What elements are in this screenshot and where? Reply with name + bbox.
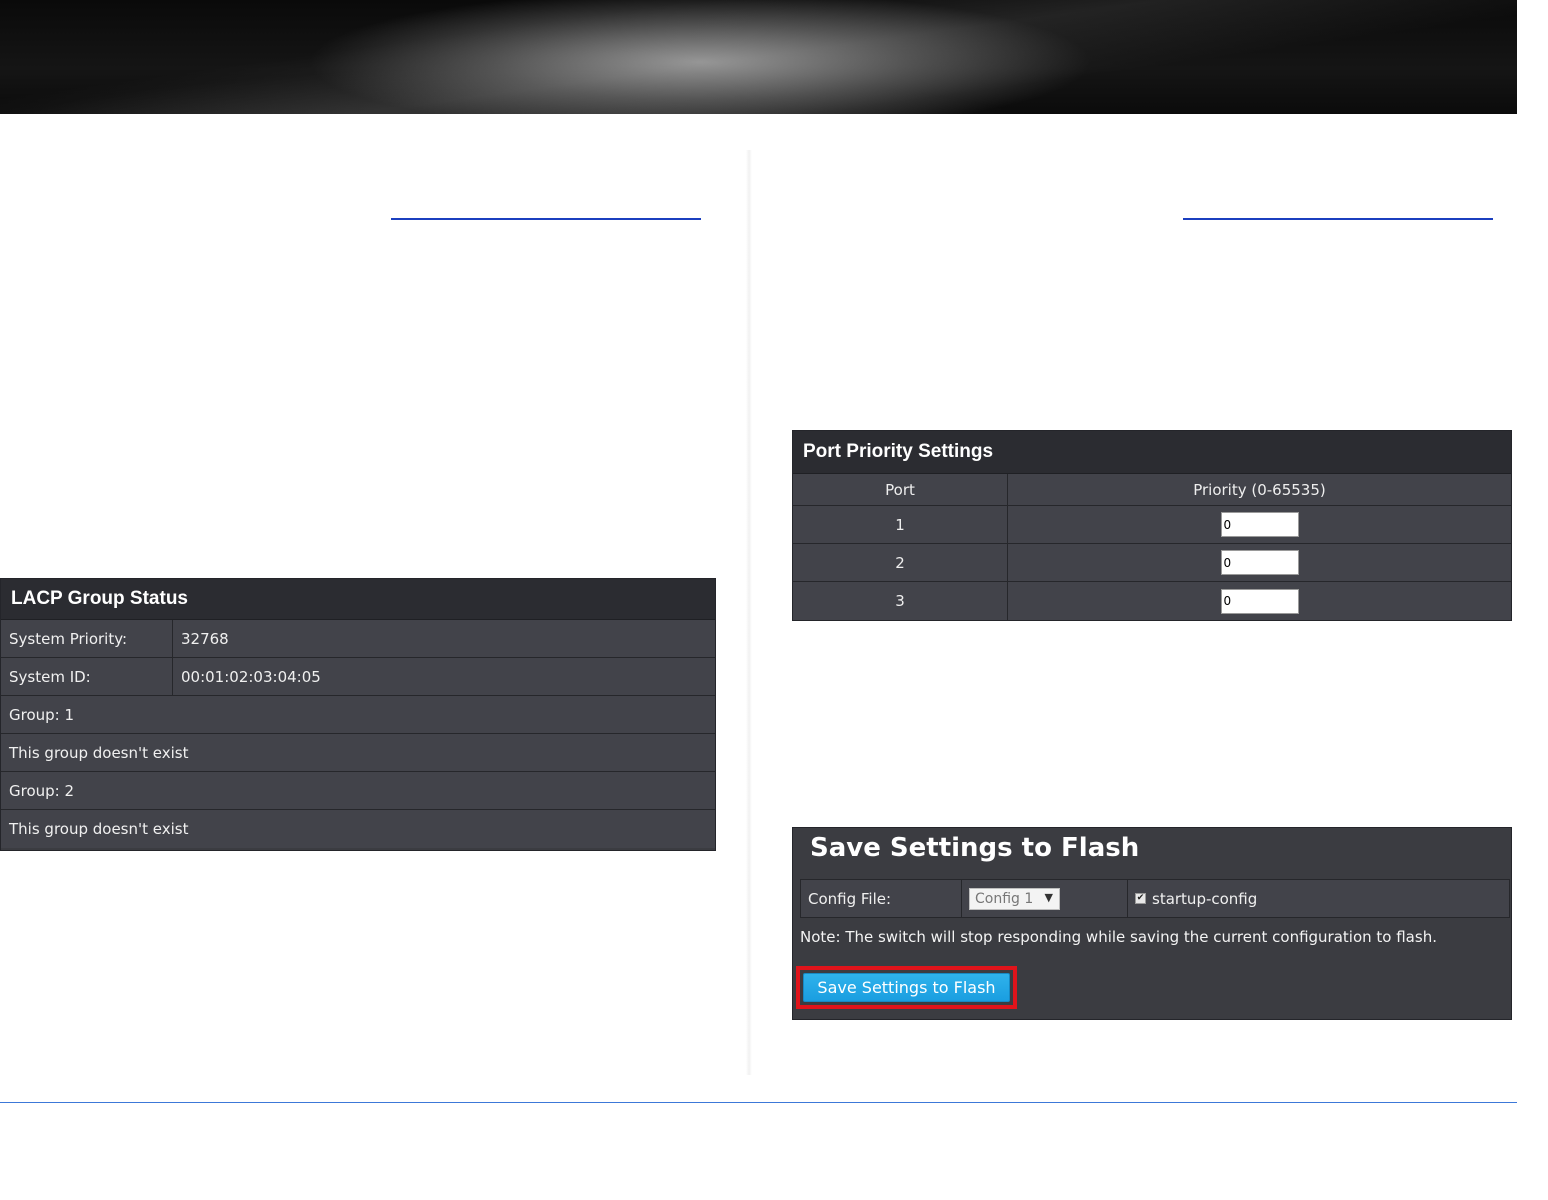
dropdown-arrow-icon: ▼ — [1044, 890, 1053, 904]
system-id-label: System ID: — [1, 658, 173, 695]
port-column-header: Port — [793, 474, 1008, 505]
save-settings-panel: Save Settings to Flash Config File: Conf… — [792, 827, 1512, 1020]
startup-config-label: startup-config — [1152, 889, 1258, 908]
system-id-value: 00:01:02:03:04:05 — [181, 667, 321, 686]
startup-config-cell: ✔ startup-config — [1128, 880, 1509, 917]
port-number: 1 — [793, 506, 1008, 543]
port-priority-row: 2 — [793, 544, 1511, 582]
group-2-heading-row: Group: 2 — [1, 772, 715, 810]
config-file-row: Config File: Config 1 ▼ ✔ startup-config — [800, 879, 1510, 918]
priority-input-port-2[interactable] — [1220, 550, 1299, 575]
group-1-status: This group doesn't exist — [9, 743, 189, 762]
save-button-highlight: Save Settings to Flash — [796, 966, 1017, 1009]
port-priority-header-row: Port Priority (0-65535) — [793, 474, 1511, 506]
system-priority-row: System Priority: 32768 — [1, 620, 715, 658]
group-1-heading-row: Group: 1 — [1, 696, 715, 734]
column-divider — [746, 150, 752, 1075]
system-priority-label: System Priority: — [1, 620, 173, 657]
lacp-group-status-panel: LACP Group Status System Priority: 32768… — [0, 578, 716, 851]
port-number: 3 — [793, 582, 1008, 620]
left-link-underline[interactable] — [391, 218, 701, 220]
port-priority-row: 1 — [793, 506, 1511, 544]
port-priority-row: 3 — [793, 582, 1511, 620]
priority-input-port-1[interactable] — [1220, 512, 1299, 537]
port-number: 2 — [793, 544, 1008, 581]
header-banner-shine — [0, 0, 1517, 114]
config-file-select-cell: Config 1 ▼ — [962, 880, 1128, 917]
group-2-heading: Group: 2 — [9, 781, 75, 800]
config-file-label: Config File: — [801, 880, 962, 917]
system-id-row: System ID: 00:01:02:03:04:05 — [1, 658, 715, 696]
startup-config-checkbox[interactable]: ✔ — [1135, 893, 1146, 904]
priority-cell — [1008, 582, 1511, 620]
priority-cell — [1008, 544, 1511, 581]
lacp-group-status-title: LACP Group Status — [1, 579, 715, 620]
save-settings-to-flash-button[interactable]: Save Settings to Flash — [803, 973, 1010, 1002]
save-note: Note: The switch will stop responding wh… — [800, 928, 1437, 946]
system-priority-value: 32768 — [181, 629, 229, 648]
priority-cell — [1008, 506, 1511, 543]
group-1-status-row: This group doesn't exist — [1, 734, 715, 772]
priority-input-port-3[interactable] — [1220, 588, 1299, 614]
group-2-status-row: This group doesn't exist — [1, 810, 715, 848]
group-2-status: This group doesn't exist — [9, 820, 189, 838]
right-link-underline[interactable] — [1183, 218, 1493, 220]
port-priority-settings-title: Port Priority Settings — [793, 431, 1511, 474]
config-file-select[interactable]: Config 1 ▼ — [969, 887, 1060, 910]
port-priority-settings-panel: Port Priority Settings Port Priority (0-… — [792, 430, 1512, 621]
footer-divider — [0, 1102, 1517, 1103]
group-1-heading: Group: 1 — [9, 705, 75, 724]
priority-column-header: Priority (0-65535) — [1193, 480, 1326, 499]
save-settings-title: Save Settings to Flash — [810, 833, 1140, 863]
config-file-selected-value: Config 1 — [975, 890, 1034, 907]
